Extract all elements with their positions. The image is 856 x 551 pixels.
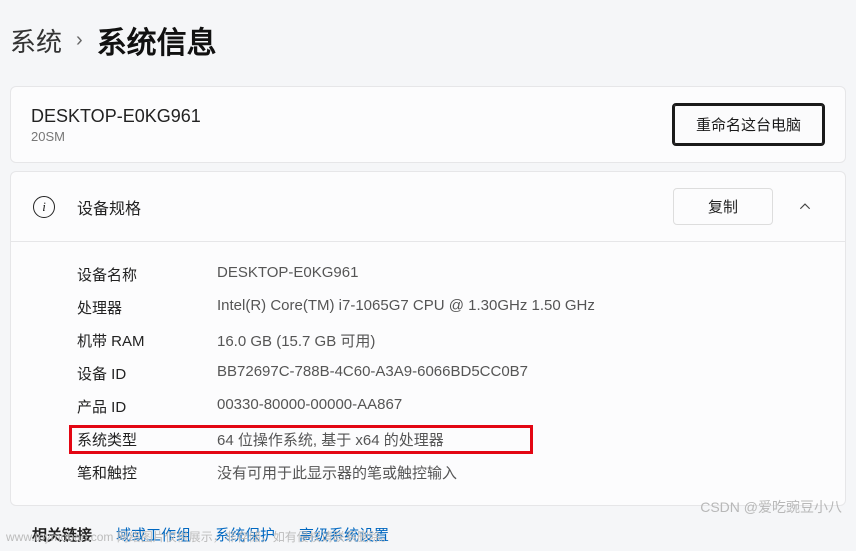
rename-pc-button[interactable]: 重命名这台电脑 — [672, 103, 825, 146]
spec-value: BB72697C-788B-4C60-A3A9-6066BD5CC0B7 — [217, 363, 528, 384]
spec-label: 产品 ID — [77, 396, 217, 417]
spec-header[interactable]: i 设备规格 复制 — [11, 172, 845, 241]
device-name: DESKTOP-E0KG961 — [31, 106, 201, 127]
chevron-right-icon: › — [76, 29, 83, 52]
device-info: DESKTOP-E0KG961 20SM — [31, 106, 201, 144]
spec-value: 16.0 GB (15.7 GB 可用) — [217, 330, 375, 351]
chevron-up-icon — [798, 200, 812, 214]
breadcrumb-current: 系统信息 — [97, 18, 217, 62]
device-spec-card: i 设备规格 复制 设备名称 DESKTOP-E0KG961 处理器 Intel… — [10, 171, 846, 506]
spec-value: DESKTOP-E0KG961 — [217, 264, 358, 285]
breadcrumb: 系统 › 系统信息 — [0, 0, 856, 78]
spec-value: 00330-80000-00000-AA867 — [217, 396, 402, 417]
spec-value: Intel(R) Core(TM) i7-1065G7 CPU @ 1.30GH… — [217, 297, 595, 318]
spec-value: 没有可用于此显示器的笔或触控输入 — [217, 462, 457, 483]
breadcrumb-parent[interactable]: 系统 — [10, 22, 62, 59]
table-row: 机带 RAM 16.0 GB (15.7 GB 可用) — [77, 324, 823, 357]
spec-label: 机带 RAM — [77, 330, 217, 351]
info-icon: i — [33, 196, 55, 218]
spec-label: 系统类型 — [77, 429, 217, 450]
spec-label: 处理器 — [77, 297, 217, 318]
table-row: 笔和触控 没有可用于此显示器的笔或触控输入 — [77, 456, 823, 489]
table-row: 产品 ID 00330-80000-00000-AA867 — [77, 390, 823, 423]
spec-body: 设备名称 DESKTOP-E0KG961 处理器 Intel(R) Core(T… — [11, 242, 845, 505]
collapse-button[interactable] — [787, 189, 823, 225]
spec-label: 设备名称 — [77, 264, 217, 285]
spec-value: 64 位操作系统, 基于 x64 的处理器 — [217, 429, 444, 450]
spec-label: 设备 ID — [77, 363, 217, 384]
copy-button[interactable]: 复制 — [673, 188, 773, 225]
table-row-system-type: 系统类型 64 位操作系统, 基于 x64 的处理器 — [77, 423, 823, 456]
table-row: 处理器 Intel(R) Core(TM) i7-1065G7 CPU @ 1.… — [77, 291, 823, 324]
spec-label: 笔和触控 — [77, 462, 217, 483]
table-row: 设备 ID BB72697C-788B-4C60-A3A9-6066BD5CC0… — [77, 357, 823, 390]
watermark-csdn: CSDN @爱吃豌豆小八 — [700, 497, 842, 517]
device-model: 20SM — [31, 129, 201, 144]
watermark-source: www.toymoban.com 网络图片仅供展示，非存储，如有侵权请联系删除。 — [6, 528, 393, 545]
spec-title: 设备规格 — [77, 195, 141, 219]
table-row: 设备名称 DESKTOP-E0KG961 — [77, 258, 823, 291]
device-card: DESKTOP-E0KG961 20SM 重命名这台电脑 — [10, 86, 846, 163]
